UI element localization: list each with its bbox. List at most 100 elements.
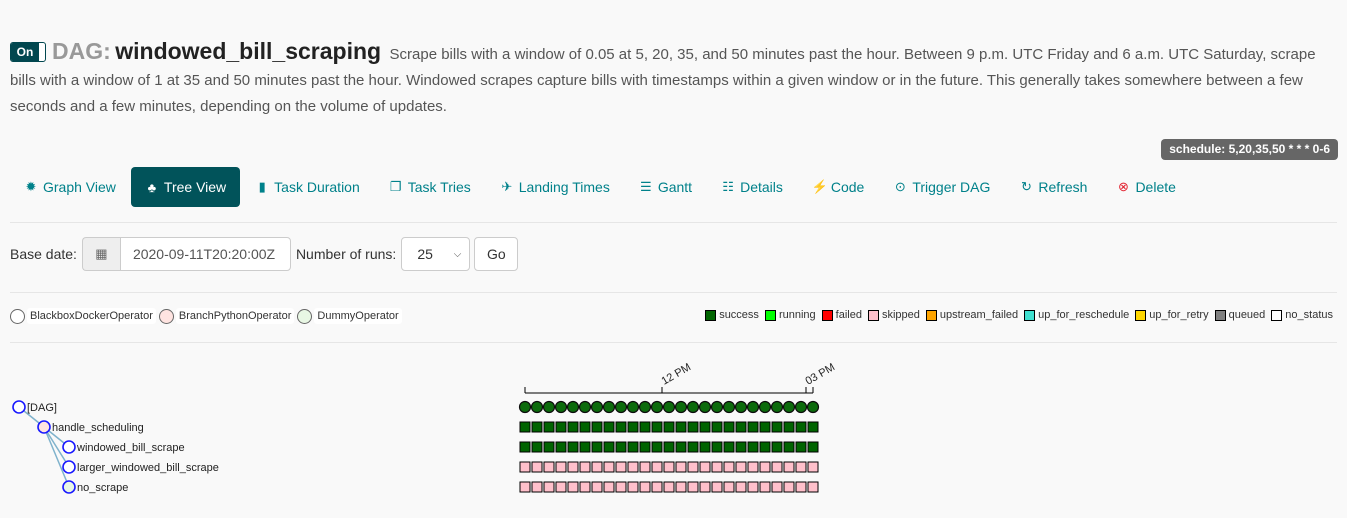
- task-instance-success[interactable]: [771, 421, 783, 433]
- task-instance-skipped[interactable]: [783, 481, 795, 493]
- nav-gantt[interactable]: ☰ Gantt: [625, 167, 706, 207]
- task-instance-success[interactable]: [699, 441, 711, 453]
- task-instance-skipped[interactable]: [807, 461, 819, 473]
- task-instance-skipped[interactable]: [579, 481, 591, 493]
- task-instance-success[interactable]: [687, 441, 699, 453]
- nav-delete[interactable]: ⊗ Delete: [1102, 167, 1189, 207]
- task-instance-skipped[interactable]: [531, 481, 543, 493]
- dag-run-success[interactable]: [758, 400, 772, 414]
- task-instance-skipped[interactable]: [579, 461, 591, 473]
- task-instance-skipped[interactable]: [699, 461, 711, 473]
- task-instance-success[interactable]: [807, 421, 819, 433]
- task-instance-skipped[interactable]: [627, 481, 639, 493]
- task-instance-success[interactable]: [663, 441, 675, 453]
- task-instance-success[interactable]: [795, 421, 807, 433]
- task-instance-skipped[interactable]: [651, 481, 663, 493]
- task-instance-skipped[interactable]: [567, 481, 579, 493]
- task-instance-success[interactable]: [711, 421, 723, 433]
- task-instance-skipped[interactable]: [723, 481, 735, 493]
- task-instance-skipped[interactable]: [759, 481, 771, 493]
- task-instance-skipped[interactable]: [699, 481, 711, 493]
- task-instance-success[interactable]: [759, 441, 771, 453]
- task-instance-success[interactable]: [531, 441, 543, 453]
- task-instance-success[interactable]: [567, 441, 579, 453]
- task-instance-success[interactable]: [759, 421, 771, 433]
- tree-node-label[interactable]: larger_windowed_bill_scrape: [77, 462, 219, 474]
- dag-run-success[interactable]: [566, 400, 580, 414]
- dag-run-success[interactable]: [806, 400, 820, 414]
- task-instance-success[interactable]: [735, 441, 747, 453]
- dag-run-success[interactable]: [542, 400, 556, 414]
- task-instance-skipped[interactable]: [747, 461, 759, 473]
- dag-run-success[interactable]: [602, 400, 616, 414]
- task-instance-skipped[interactable]: [759, 461, 771, 473]
- dag-run-success[interactable]: [626, 400, 640, 414]
- dag-run-success[interactable]: [674, 400, 688, 414]
- tree-node-label[interactable]: handle_scheduling: [52, 422, 144, 434]
- dag-run-success[interactable]: [662, 400, 676, 414]
- task-instance-success[interactable]: [675, 441, 687, 453]
- task-instance-success[interactable]: [639, 441, 651, 453]
- task-instance-success[interactable]: [651, 421, 663, 433]
- task-instance-success[interactable]: [735, 421, 747, 433]
- dag-run-success[interactable]: [710, 400, 724, 414]
- tree-node[interactable]: [62, 460, 76, 474]
- task-instance-skipped[interactable]: [651, 461, 663, 473]
- task-instance-skipped[interactable]: [555, 461, 567, 473]
- dag-run-success[interactable]: [770, 400, 784, 414]
- task-instance-skipped[interactable]: [531, 461, 543, 473]
- task-instance-success[interactable]: [603, 441, 615, 453]
- task-instance-success[interactable]: [783, 421, 795, 433]
- task-instance-skipped[interactable]: [675, 461, 687, 473]
- dag-run-success[interactable]: [638, 400, 652, 414]
- task-instance-skipped[interactable]: [747, 481, 759, 493]
- nav-code[interactable]: ⚡ Code: [798, 167, 878, 207]
- task-instance-success[interactable]: [615, 441, 627, 453]
- task-instance-success[interactable]: [795, 441, 807, 453]
- task-instance-success[interactable]: [579, 441, 591, 453]
- task-instance-success[interactable]: [579, 421, 591, 433]
- task-instance-skipped[interactable]: [735, 481, 747, 493]
- task-instance-skipped[interactable]: [591, 481, 603, 493]
- task-instance-skipped[interactable]: [639, 481, 651, 493]
- dag-run-success[interactable]: [746, 400, 760, 414]
- task-instance-success[interactable]: [723, 421, 735, 433]
- task-instance-skipped[interactable]: [771, 461, 783, 473]
- go-button[interactable]: Go: [474, 237, 519, 271]
- task-instance-success[interactable]: [567, 421, 579, 433]
- task-instance-skipped[interactable]: [795, 481, 807, 493]
- nav-task-duration[interactable]: ▮ Task Duration: [241, 167, 374, 207]
- task-instance-skipped[interactable]: [675, 481, 687, 493]
- tree-node-label[interactable]: [DAG]: [27, 402, 57, 414]
- task-instance-success[interactable]: [603, 421, 615, 433]
- tree-node[interactable]: [12, 400, 26, 414]
- dag-run-success[interactable]: [530, 400, 544, 414]
- task-instance-success[interactable]: [519, 441, 531, 453]
- base-date-input[interactable]: [119, 237, 291, 271]
- task-instance-skipped[interactable]: [723, 461, 735, 473]
- task-instance-success[interactable]: [555, 421, 567, 433]
- num-runs-select[interactable]: 25 ⌵: [401, 237, 471, 271]
- tree-node[interactable]: [37, 420, 51, 434]
- nav-refresh[interactable]: ↻ Refresh: [1005, 167, 1101, 207]
- task-instance-skipped[interactable]: [519, 461, 531, 473]
- task-instance-skipped[interactable]: [711, 481, 723, 493]
- task-instance-success[interactable]: [531, 421, 543, 433]
- task-instance-success[interactable]: [627, 421, 639, 433]
- task-instance-skipped[interactable]: [711, 461, 723, 473]
- dag-run-success[interactable]: [794, 400, 808, 414]
- task-instance-skipped[interactable]: [603, 481, 615, 493]
- dag-run-success[interactable]: [614, 400, 628, 414]
- nav-graph-view[interactable]: ✹ Graph View: [10, 167, 130, 207]
- task-instance-success[interactable]: [591, 441, 603, 453]
- dag-run-success[interactable]: [590, 400, 604, 414]
- task-instance-success[interactable]: [519, 421, 531, 433]
- task-instance-skipped[interactable]: [807, 481, 819, 493]
- task-instance-skipped[interactable]: [543, 461, 555, 473]
- nav-landing-times[interactable]: ✈ Landing Times: [486, 167, 624, 207]
- tree-node-label[interactable]: no_scrape: [77, 482, 128, 494]
- task-instance-skipped[interactable]: [771, 481, 783, 493]
- task-instance-skipped[interactable]: [555, 481, 567, 493]
- dag-pause-toggle[interactable]: On: [10, 41, 46, 62]
- task-instance-success[interactable]: [711, 441, 723, 453]
